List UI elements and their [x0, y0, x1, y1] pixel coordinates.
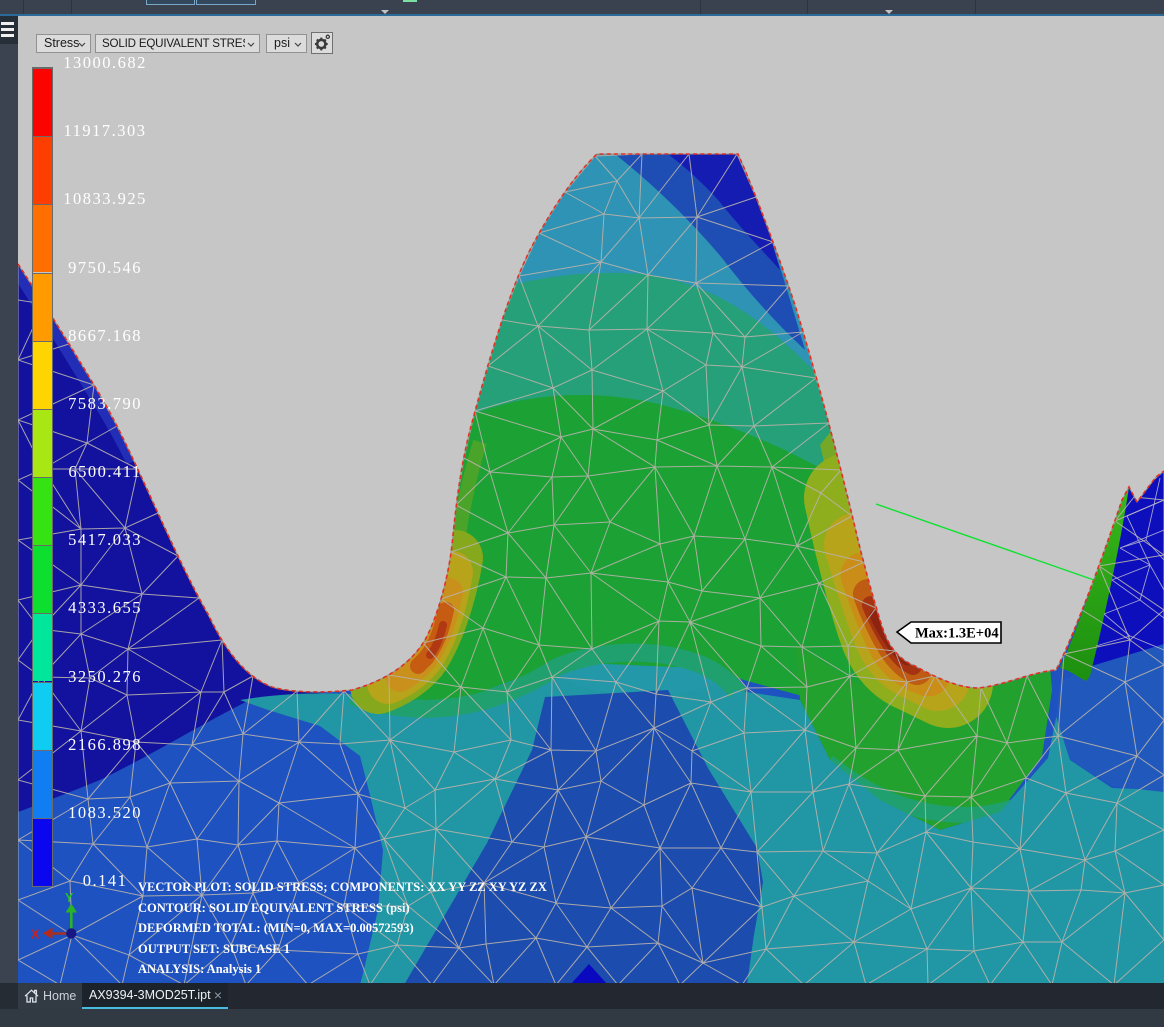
svg-text:X: X: [31, 928, 40, 942]
svg-text:Y: Y: [65, 891, 74, 905]
svg-text:Max:1.3E+04: Max:1.3E+04: [915, 626, 999, 642]
